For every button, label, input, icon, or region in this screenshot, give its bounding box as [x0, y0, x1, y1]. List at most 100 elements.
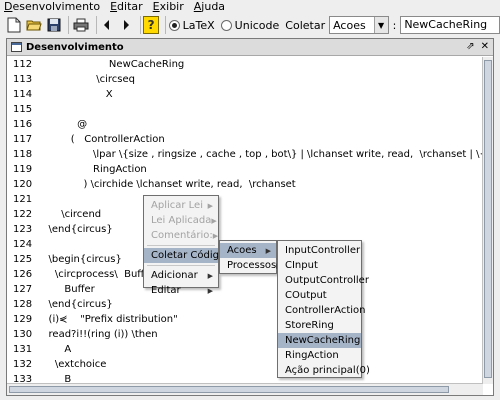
- line-text: RingAction: [39, 164, 147, 175]
- menu-item-adicionar[interactable]: Adicionar ▶: [144, 268, 218, 283]
- print-icon[interactable]: [72, 16, 90, 34]
- menu-exibir[interactable]: Exibir: [153, 0, 184, 14]
- help-icon[interactable]: ?: [143, 16, 159, 34]
- code-line[interactable]: 128 \end{circus}: [13, 297, 113, 312]
- menu-item-ringaction[interactable]: RingAction: [278, 348, 361, 363]
- code-line[interactable]: 125 \begin{circus}: [13, 252, 122, 267]
- menu-item-cinput[interactable]: CInput: [278, 258, 361, 273]
- menu-item-storering[interactable]: StoreRing: [278, 318, 361, 333]
- radio-latex-label: LaTeX: [182, 18, 215, 32]
- line-number: 130: [13, 329, 33, 340]
- menu-item-coutput[interactable]: COutput: [278, 288, 361, 303]
- line-number: 122: [13, 209, 33, 220]
- menu-ajuda[interactable]: Ajuda: [194, 0, 225, 14]
- window-buttons: ⇗ ✕: [466, 41, 489, 52]
- code-line[interactable]: 122 \circend: [13, 207, 101, 222]
- line-number: 120: [13, 179, 33, 190]
- menu-item-editar[interactable]: Editar ▶: [144, 283, 218, 298]
- code-line[interactable]: 121: [13, 192, 39, 207]
- menu-item-controlleraction[interactable]: ControllerAction: [278, 303, 366, 318]
- line-text: \end{circus}: [39, 224, 113, 235]
- menu-item-a-o-principal-0[interactable]: Ação principal(0): [278, 363, 370, 378]
- menu-item-label: Aplicar Lei: [151, 200, 203, 211]
- line-number: 124: [13, 239, 33, 250]
- menu-item-outputcontroller[interactable]: OutputController: [278, 273, 369, 288]
- code-line[interactable]: 129 (i)⋞ "Prefix distribution": [13, 312, 178, 327]
- radio-unicode-indicator[interactable]: [220, 19, 232, 31]
- code-line[interactable]: 132 \extchoice: [13, 357, 106, 372]
- line-text: X: [39, 89, 113, 100]
- toolbar-separator: [95, 16, 97, 34]
- name-field[interactable]: NewCacheRing: [400, 16, 500, 34]
- close-icon[interactable]: ✕: [481, 41, 489, 52]
- chevron-down-icon[interactable]: ▼: [373, 17, 388, 33]
- line-text: NewCacheRing: [39, 59, 185, 70]
- code-editor[interactable]: 112 NewCacheRing 113 \circseq 114 X 115 116 …: [7, 57, 483, 384]
- code-line[interactable]: 126 \circprocess\ Buffe: [13, 267, 150, 282]
- code-line[interactable]: 114 X: [13, 87, 113, 102]
- menu-item-label: ControllerAction: [285, 305, 366, 316]
- line-text: read?i!!(ring (i)) \then: [39, 329, 158, 340]
- code-line[interactable]: 124: [13, 237, 39, 252]
- line-number: 116: [13, 119, 33, 130]
- menu-divider: [147, 245, 215, 246]
- radio-latex[interactable]: LaTeX: [168, 18, 215, 32]
- menu-item-label: RingAction: [285, 350, 339, 361]
- menu-item-aplicar-lei[interactable]: Aplicar Lei ▶: [144, 198, 218, 213]
- menu-item-acoes[interactable]: Acoes ▶: [220, 243, 276, 258]
- menu-item-label: CInput: [285, 260, 318, 271]
- save-icon[interactable]: [46, 16, 62, 34]
- menu-item-label: InputController: [285, 245, 361, 256]
- new-file-icon[interactable]: [6, 16, 22, 34]
- back-arrow-icon[interactable]: [100, 16, 115, 34]
- forward-arrow-icon[interactable]: [118, 16, 133, 34]
- horizontal-scroll-thumb[interactable]: [9, 386, 449, 393]
- line-number: 114: [13, 89, 33, 100]
- menu-divider: [147, 265, 215, 266]
- code-line[interactable]: 113 \circseq: [13, 72, 135, 87]
- code-line[interactable]: 120 ) \circhide \lchanset write, read, \…: [13, 177, 296, 192]
- line-text: \circprocess\ Buffe: [39, 269, 151, 280]
- submenu-arrow-icon: ▶: [207, 286, 213, 295]
- coletar-combo[interactable]: Acoes ▼: [329, 16, 389, 34]
- code-line[interactable]: 131 A: [13, 342, 71, 357]
- menu-bar: Desenvolvimento Editar Exibir Ajuda: [0, 0, 500, 14]
- menu-item-lei-aplicada[interactable]: Lei Aplicada ▶: [144, 213, 218, 228]
- restore-icon[interactable]: ⇗: [466, 41, 474, 52]
- code-line[interactable]: 127 Buffer: [13, 282, 95, 297]
- line-number: 132: [13, 359, 33, 370]
- open-folder-icon[interactable]: [25, 16, 43, 34]
- code-line[interactable]: 119 RingAction: [13, 162, 147, 177]
- vertical-scrollbar[interactable]: [482, 57, 493, 384]
- menu-item-label: Lei Aplicada: [151, 215, 212, 226]
- menu-item-inputcontroller[interactable]: InputController: [278, 243, 361, 258]
- menu-item-coletar-c-digo[interactable]: Coletar Código▶: [144, 248, 230, 263]
- toolbar: ? LaTeX Unicode Coletar Acoes ▼ : NewCac…: [0, 14, 500, 36]
- code-line[interactable]: 112 NewCacheRing: [13, 57, 184, 72]
- radio-unicode[interactable]: Unicode: [220, 19, 279, 32]
- radio-latex-indicator[interactable]: [168, 19, 180, 31]
- code-line[interactable]: 118 \lpar \{size , ringsize , cache , to…: [13, 147, 483, 162]
- submenu-arrow-icon: ▶: [211, 216, 217, 225]
- line-text: \extchoice: [39, 359, 107, 370]
- line-number: 131: [13, 344, 33, 355]
- code-line[interactable]: 130 read?i!!(ring (i)) \then: [13, 327, 158, 342]
- menu-item-label: Ação principal(0): [285, 365, 370, 376]
- line-number: 115: [13, 104, 33, 115]
- menu-item-processos[interactable]: Processos▶: [220, 258, 282, 273]
- submenu-arrow-icon: ▶: [212, 231, 219, 240]
- code-line[interactable]: 116 @: [13, 117, 87, 132]
- menu-item-newcachering[interactable]: NewCacheRing: [278, 333, 361, 348]
- line-text: \circseq: [39, 74, 135, 85]
- code-line[interactable]: 115: [13, 102, 39, 117]
- line-number: 112: [13, 59, 33, 70]
- field-separator: :: [392, 18, 397, 32]
- code-line[interactable]: 117 ( ControllerAction: [13, 132, 165, 147]
- menu-desenvolvimento[interactable]: Desenvolvimento: [4, 0, 100, 14]
- menu-item-coment-rio[interactable]: Comentário: ▶: [144, 228, 218, 243]
- horizontal-scrollbar[interactable]: [7, 383, 483, 395]
- code-line[interactable]: 123 \end{circus}: [13, 222, 113, 237]
- menu-editar[interactable]: Editar: [110, 0, 143, 14]
- line-number: 128: [13, 299, 33, 310]
- vertical-scroll-thumb[interactable]: [484, 60, 492, 378]
